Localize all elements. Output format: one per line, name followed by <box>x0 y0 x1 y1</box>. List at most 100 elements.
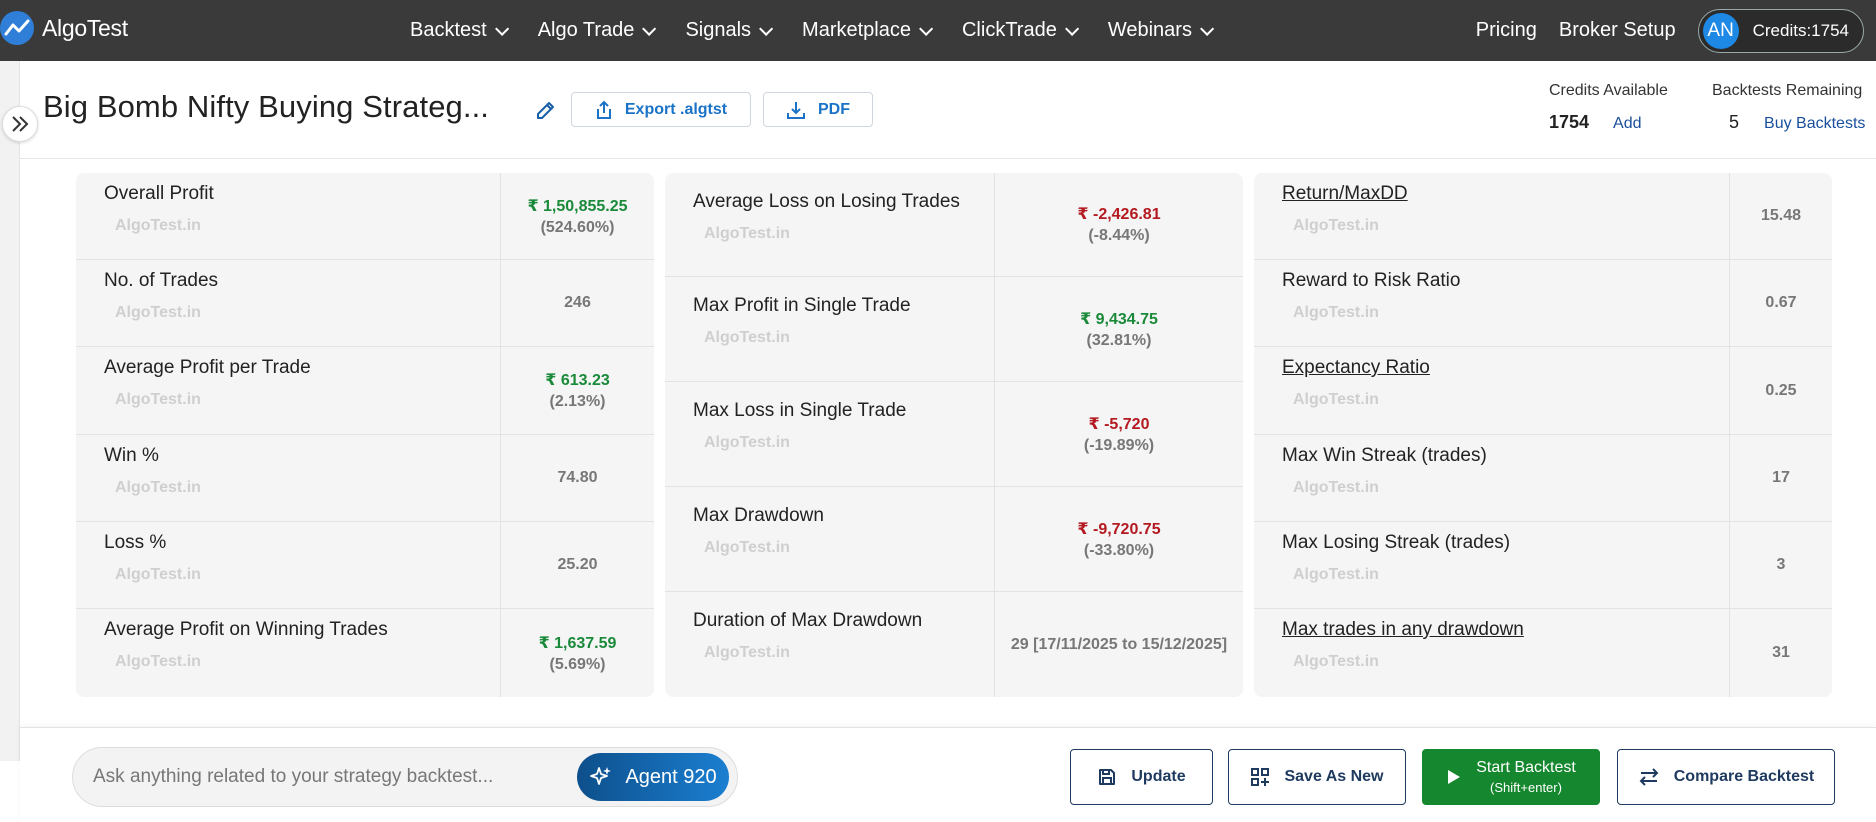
nav-pricing[interactable]: Pricing <box>1476 19 1537 42</box>
watermark-text: AlgoTest.in <box>704 644 790 661</box>
chevron-down-icon <box>1200 21 1215 36</box>
nav-marketplace[interactable]: Marketplace <box>802 19 934 42</box>
stat-row-average-loss-on-losing-trades: Average Loss on Losing Trades AlgoTest.in… <box>665 173 1243 277</box>
nav-broker-setup[interactable]: Broker Setup <box>1559 19 1676 42</box>
stat-percentage: (2.13%) <box>549 393 606 410</box>
stat-value-cell: ₹ -9,720.75 (-33.80%) <box>994 487 1243 591</box>
start-backtest-shortcut: (Shift+enter) <box>1490 780 1562 795</box>
stat-label: Max Profit in Single Trade <box>693 295 911 316</box>
backtests-remaining-value: 5 <box>1729 112 1740 132</box>
stat-value: 29 [17/11/2025 to 15/12/2025] <box>1010 635 1228 653</box>
watermark-text: AlgoTest.in <box>115 304 201 321</box>
nav-algo-trade-label: Algo Trade <box>537 19 635 41</box>
bottom-action-bar: Agent 920 Update Save As New Start Backt… <box>20 727 1876 822</box>
brand-logo[interactable]: AlgoTest <box>0 11 128 45</box>
stat-value-cell: 25.20 <box>500 522 654 608</box>
ask-agent-box: Agent 920 <box>72 747 738 807</box>
stat-label: Max Loss in Single Trade <box>693 400 907 421</box>
credits-available-label: Credits Available <box>1549 82 1668 99</box>
stat-row-max-win-streak-trades: Max Win Streak (trades) AlgoTest.in 17 <box>1254 435 1832 522</box>
stat-value: ₹ 1,637.59 <box>538 634 617 652</box>
stat-label: Max Losing Streak (trades) <box>1282 532 1511 553</box>
nav-clicktrade-label: ClickTrade <box>961 19 1057 41</box>
edit-title-button[interactable] <box>532 96 560 124</box>
buy-backtests-link[interactable]: Buy Backtests <box>1764 115 1865 133</box>
stat-value: 0.67 <box>1765 294 1797 311</box>
sidebar-expand-button[interactable] <box>2 106 38 142</box>
nav-algo-trade[interactable]: Algo Trade <box>537 19 657 42</box>
stat-value: 74.80 <box>557 469 598 486</box>
stat-value-cell: ₹ -2,426.81 (-8.44%) <box>994 173 1243 276</box>
compare-backtest-button[interactable]: Compare Backtest <box>1617 749 1835 805</box>
watermark-text: AlgoTest.in <box>1293 217 1379 234</box>
backtests-remaining-block: Backtests Remaining 5 Buy Backtests <box>1712 82 1865 133</box>
stat-label: Average Profit on Winning Trades <box>104 619 388 640</box>
header-divider <box>20 158 1876 159</box>
stat-label: Average Profit per Trade <box>104 357 311 378</box>
stat-value: 3 <box>1776 556 1786 573</box>
add-credits-link[interactable]: Add <box>1613 115 1641 133</box>
watermark-text: AlgoTest.in <box>115 479 201 496</box>
stat-row-max-trades-in-any-drawdown: Max trades in any drawdown AlgoTest.in 31 <box>1254 609 1832 697</box>
stat-value: 15.48 <box>1760 207 1802 224</box>
stat-value-cell: 246 <box>500 260 654 346</box>
account-credits-pill[interactable]: AN Credits:1754 <box>1697 8 1864 53</box>
export-label: Export .algtst <box>624 100 728 118</box>
pdf-download-button[interactable]: PDF <box>763 92 873 127</box>
stat-value: ₹ 613.23 <box>545 372 610 389</box>
stat-row-max-drawdown: Max Drawdown AlgoTest.in ₹ -9,720.75 (-33.8… <box>665 487 1243 592</box>
update-button[interactable]: Update <box>1070 749 1213 805</box>
start-backtest-text: Start Backtest (Shift+enter) <box>1476 759 1576 795</box>
nav-signals[interactable]: Signals <box>685 19 774 42</box>
watermark-text: AlgoTest.in <box>115 653 201 670</box>
stat-label[interactable]: Return/MaxDD <box>1282 183 1408 205</box>
nav-backtest[interactable]: Backtest <box>410 19 509 42</box>
stat-value: ₹ -2,426.81 <box>1077 206 1161 223</box>
stats-card-ratios: Return/MaxDD AlgoTest.in 15.48 Reward to Ri… <box>1254 173 1832 697</box>
save-as-new-label: Save As New <box>1284 768 1384 785</box>
ask-agent-input[interactable] <box>93 748 573 806</box>
stat-label[interactable]: Expectancy Ratio <box>1282 357 1430 379</box>
stat-percentage: (524.60%) <box>540 218 615 236</box>
watermark-text: AlgoTest.in <box>704 329 790 346</box>
nav-clicktrade[interactable]: ClickTrade <box>961 19 1080 42</box>
stat-row-reward-to-risk-ratio: Reward to Risk Ratio AlgoTest.in 0.67 <box>1254 260 1832 347</box>
stat-label: Max Drawdown <box>693 505 824 526</box>
watermark-text: AlgoTest.in <box>115 566 201 583</box>
sparkle-icon <box>590 767 612 785</box>
stat-label: Average Loss on Losing Trades <box>693 191 960 212</box>
pencil-icon <box>537 102 554 119</box>
compare-backtest-label: Compare Backtest <box>1673 768 1815 785</box>
chevron-down-icon <box>642 21 657 36</box>
stat-value-cell: ₹ -5,720 (-19.89%) <box>994 382 1243 486</box>
watermark-text: AlgoTest.in <box>1293 479 1379 496</box>
stat-label[interactable]: Max trades in any drawdown <box>1282 619 1524 641</box>
stat-percentage: (-8.44%) <box>1088 227 1150 244</box>
grid-add-icon <box>1251 768 1270 786</box>
avatar: AN <box>1702 12 1739 49</box>
watermark-text: AlgoTest.in <box>704 539 790 556</box>
save-as-new-button[interactable]: Save As New <box>1228 749 1406 805</box>
stat-percentage: (-33.80%) <box>1083 541 1155 559</box>
top-navbar: AlgoTest Backtest Algo Trade Signals Mar… <box>0 0 1876 61</box>
stat-percentage: (5.69%) <box>549 655 606 673</box>
stat-label: Loss % <box>104 532 167 553</box>
collapsed-sidebar <box>0 61 20 761</box>
export-algtst-button[interactable]: Export .algtst <box>571 92 751 127</box>
start-backtest-button[interactable]: Start Backtest (Shift+enter) <box>1422 749 1600 805</box>
credits-available-value: 1754 <box>1549 112 1590 132</box>
update-label: Update <box>1131 768 1186 785</box>
nav-signals-label: Signals <box>685 19 752 41</box>
watermark-text: AlgoTest.in <box>704 225 790 242</box>
play-icon <box>1448 770 1461 784</box>
stat-label: No. of Trades <box>104 270 219 291</box>
nav-webinars[interactable]: Webinars <box>1108 19 1215 42</box>
agent-button[interactable]: Agent 920 <box>577 753 729 801</box>
chevron-down-icon <box>1064 21 1080 36</box>
stat-value-cell: ₹ 1,50,855.25 (524.60%) <box>500 173 654 259</box>
stat-value: 0.25 <box>1765 381 1797 399</box>
chevron-down-icon <box>494 21 509 36</box>
stat-row-overall-profit: Overall Profit AlgoTest.in ₹ 1,50,855.25 (5… <box>76 173 654 260</box>
pdf-label: PDF <box>818 100 850 118</box>
credits-available-block: Credits Available 1754 Add <box>1549 82 1668 133</box>
